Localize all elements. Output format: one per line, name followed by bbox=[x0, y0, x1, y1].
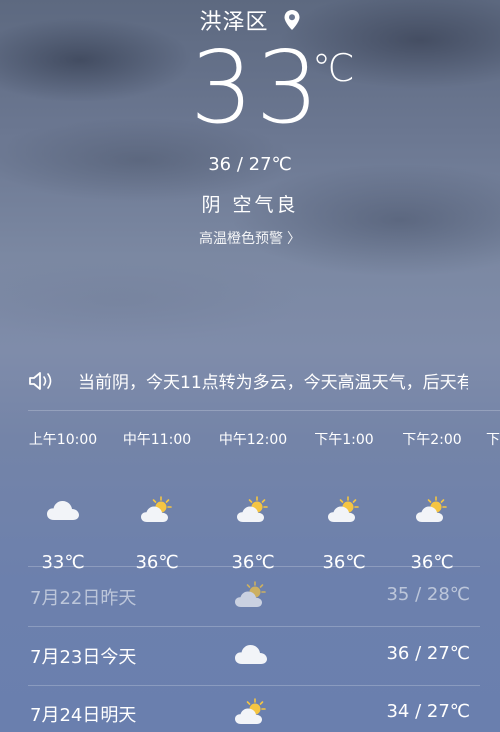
partly-cloudy-icon bbox=[235, 581, 266, 607]
divider bbox=[28, 566, 480, 567]
partly-cloudy-icon bbox=[299, 490, 389, 530]
today-range: 36 / 27℃ bbox=[208, 154, 292, 175]
chevron-right-icon: 〉 bbox=[287, 231, 301, 247]
daily-row-today[interactable]: 7月23日今天 36 / 27℃ bbox=[0, 627, 500, 685]
day-range: 35 / 28℃ bbox=[386, 584, 470, 605]
day-range: 34 / 27℃ bbox=[386, 701, 470, 722]
weather-condition: 阴 空气良 bbox=[201, 194, 299, 216]
hour-time: 下午3:00 bbox=[486, 432, 500, 448]
alert-label: 高温橙色预警 bbox=[199, 231, 283, 247]
day-range: 36 / 27℃ bbox=[386, 643, 470, 664]
partly-cloudy-icon bbox=[235, 698, 266, 724]
hourly-item[interactable]: 中午12:00 36℃ bbox=[208, 430, 298, 573]
day-date: 7月24日明天 bbox=[30, 705, 137, 726]
hourly-item[interactable]: 中午11:00 36℃ bbox=[112, 430, 202, 573]
hourly-item-partial[interactable]: 下午3:00 bbox=[486, 430, 500, 450]
current-temperature: 33 bbox=[190, 29, 322, 146]
partly-cloudy-icon bbox=[387, 490, 477, 530]
partly-cloudy-icon bbox=[112, 490, 202, 530]
hour-time: 下午2:00 bbox=[402, 432, 462, 448]
cloud-icon bbox=[235, 645, 267, 664]
hourly-item[interactable]: 下午2:00 36℃ bbox=[387, 430, 477, 573]
hour-time: 上午10:00 bbox=[28, 432, 98, 448]
divider bbox=[28, 410, 500, 411]
hourly-item[interactable]: 上午10:00 33℃ bbox=[18, 430, 108, 573]
weather-broadcast[interactable]: 当前阴，今天11点转为多云，今天高温天气，后天有雨 bbox=[28, 368, 468, 392]
cloud-icon bbox=[18, 490, 108, 530]
day-date: 7月23日今天 bbox=[30, 647, 137, 668]
daily-row-tomorrow[interactable]: 7月24日明天 34 / 27℃ bbox=[0, 685, 500, 732]
partly-cloudy-icon bbox=[208, 490, 298, 530]
broadcast-text: 当前阴，今天11点转为多云，今天高温天气，后天有雨 bbox=[78, 373, 468, 392]
daily-row-yesterday[interactable]: 7月22日昨天 35 / 28℃ bbox=[0, 568, 500, 626]
day-date: 7月22日昨天 bbox=[30, 588, 137, 609]
weather-alert-link[interactable]: 高温橙色预警〉 bbox=[0, 228, 500, 248]
hour-time: 中午12:00 bbox=[218, 432, 288, 448]
hour-time: 下午1:00 bbox=[314, 432, 374, 448]
speaker-icon bbox=[29, 371, 52, 390]
temperature-unit: ℃ bbox=[312, 46, 355, 90]
hour-time: 中午11:00 bbox=[122, 432, 192, 448]
hourly-item[interactable]: 下午1:00 36℃ bbox=[299, 430, 389, 573]
